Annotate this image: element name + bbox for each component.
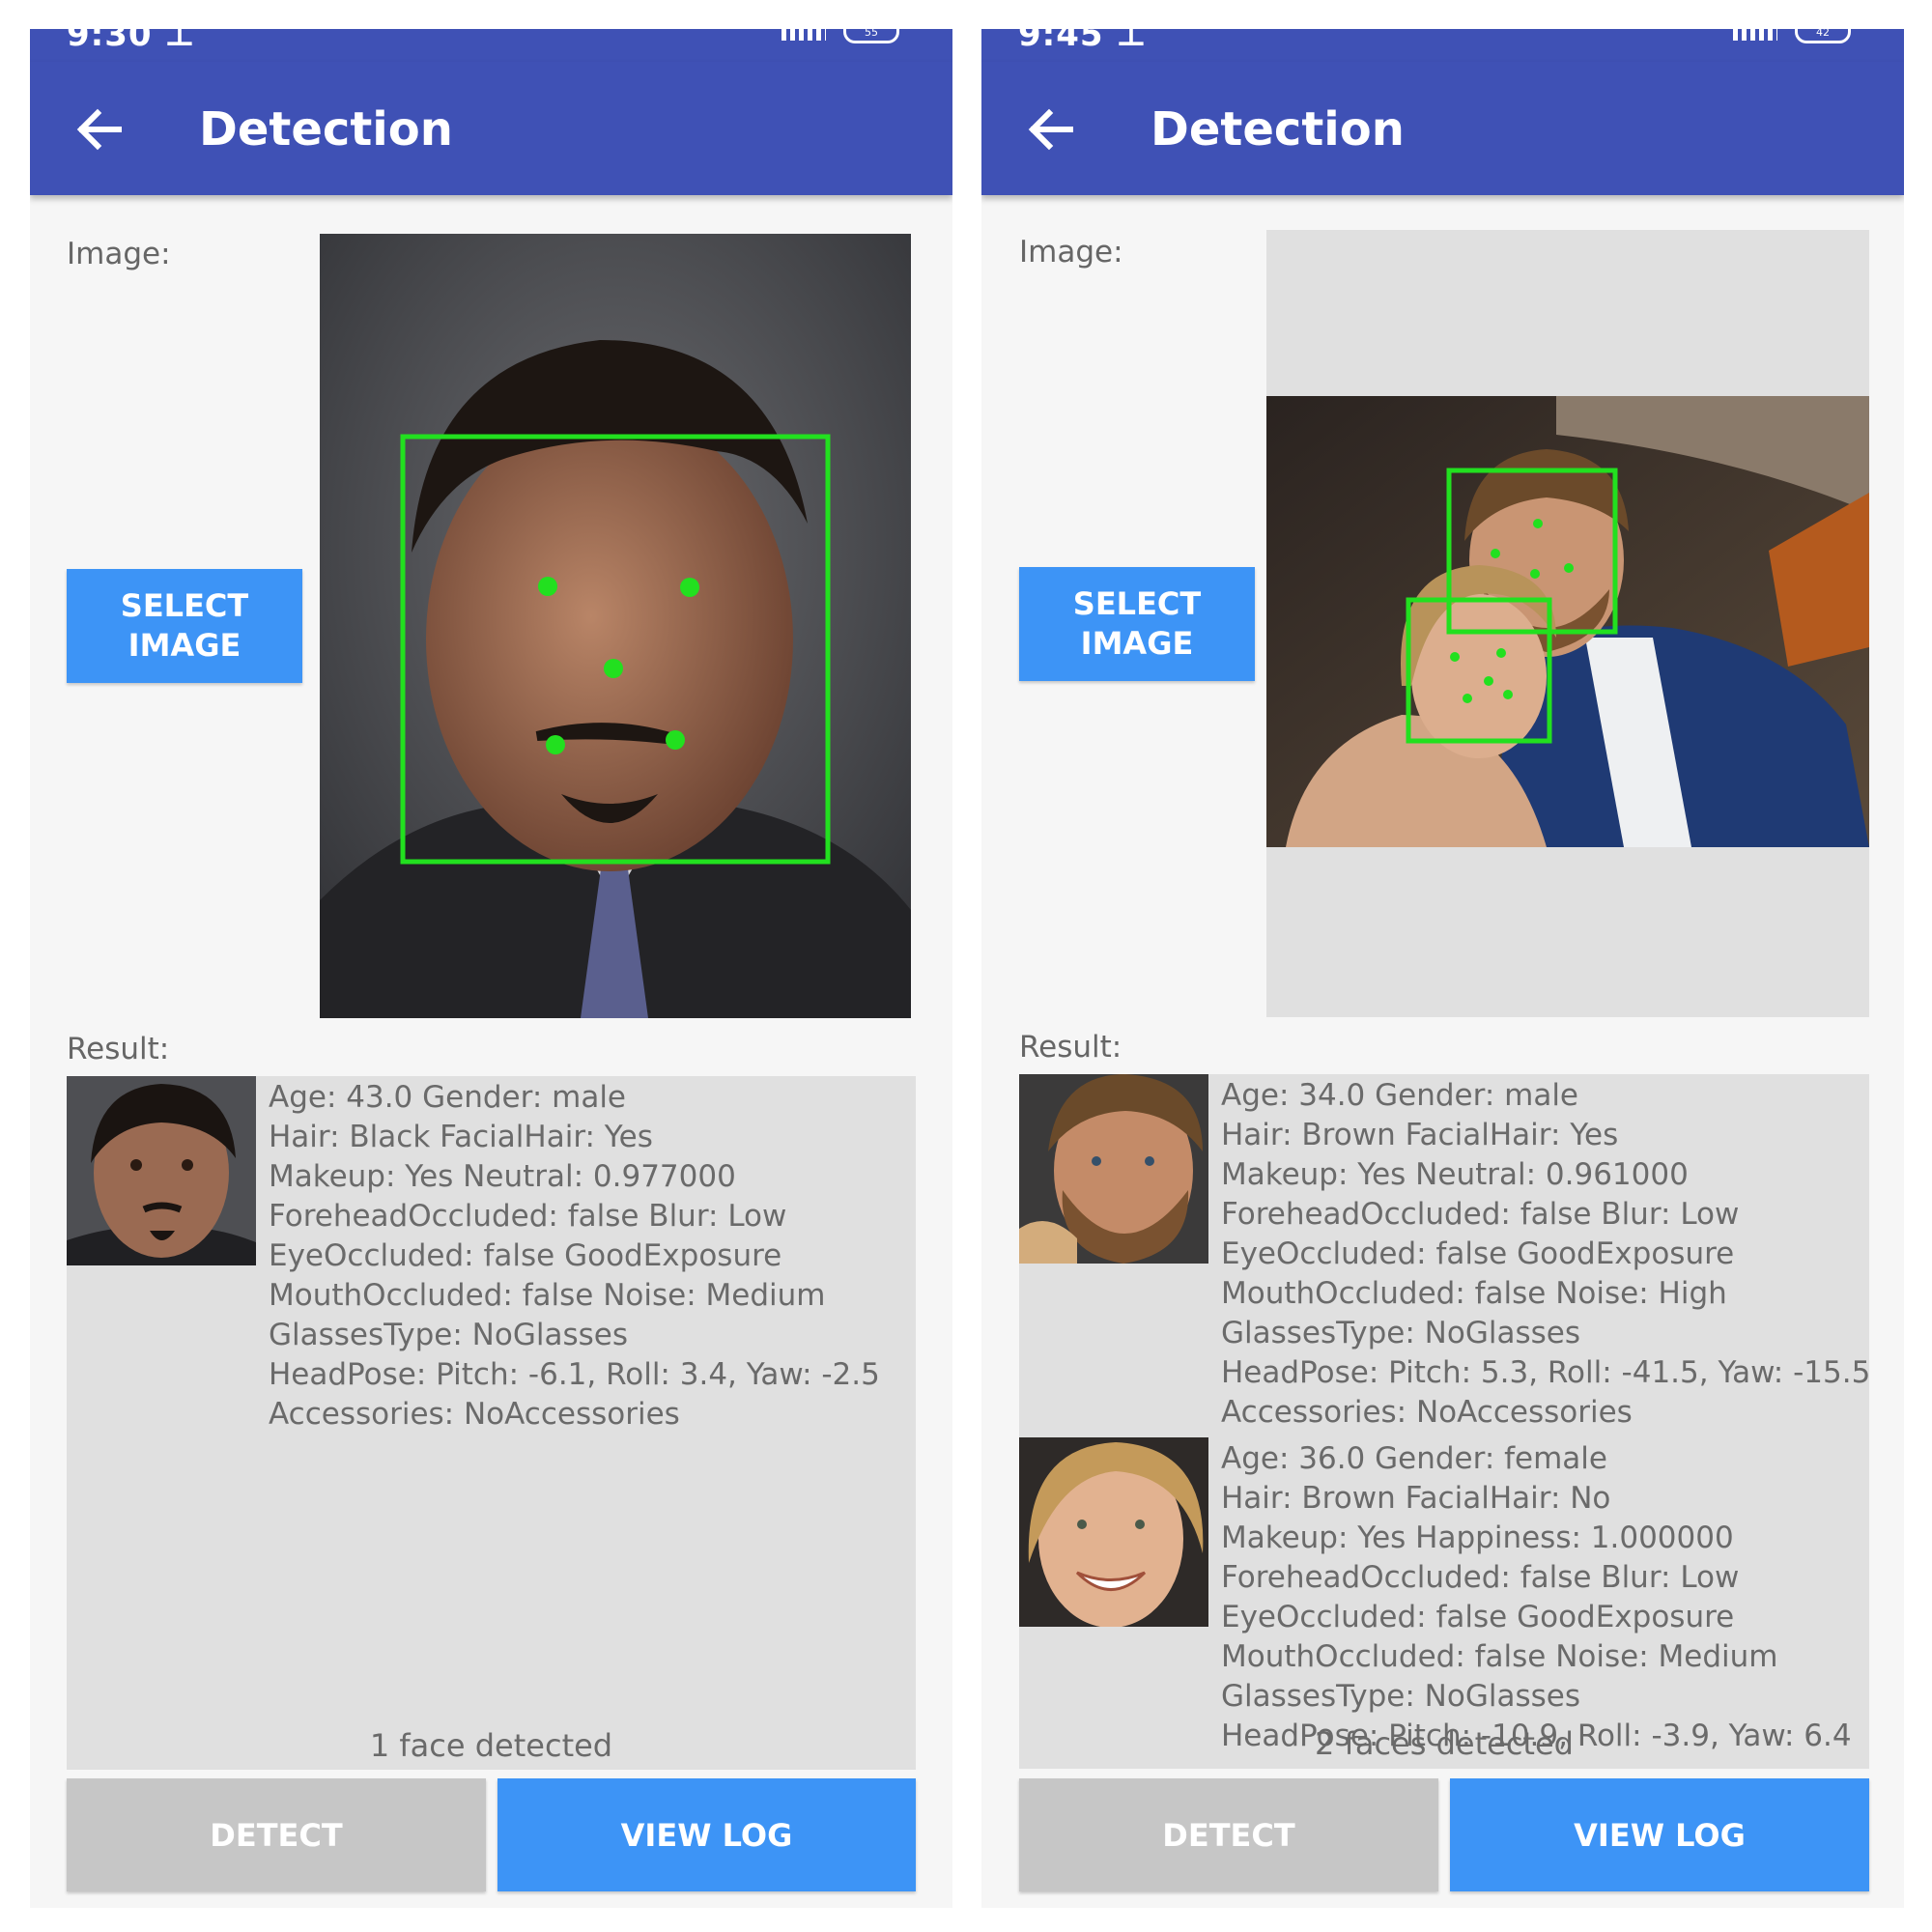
landmark-right-eye (680, 578, 699, 597)
attr-line: Age: 34.0 Gender: male (1221, 1078, 1579, 1113)
view-log-button[interactable]: VIEW LOG (1450, 1778, 1869, 1891)
selected-image-frame (1266, 230, 1869, 1017)
face-thumbnail-man-goatee-icon (67, 1076, 256, 1265)
face-attributes: Age: 43.0 Gender: male Hair: Black Facia… (269, 1078, 880, 1435)
attr-line: Makeup: Yes Neutral: 0.961000 (1221, 1157, 1689, 1192)
landmark-nose (604, 659, 623, 678)
arrow-back-icon[interactable] (1022, 100, 1080, 158)
landmark (1484, 676, 1493, 686)
battery-icon: 42 (1795, 29, 1851, 43)
status-bar: 9:30 ⊥ 55 (30, 29, 952, 62)
signal-icon (781, 29, 826, 41)
selected-image (1266, 396, 1869, 847)
attr-line: MouthOccluded: false Noise: Medium (1221, 1639, 1778, 1674)
face-thumbnail-man-beard-icon (1019, 1074, 1208, 1264)
landmark-mouth-right (666, 730, 685, 750)
signal-icon (1733, 29, 1777, 41)
phone-screen-two-faces: 9:45 ⊥ 42 Detection Image: SELECT IMAGE (981, 29, 1904, 1908)
select-image-button[interactable]: SELECT IMAGE (1019, 567, 1255, 681)
app-bar: Detection (981, 62, 1904, 195)
status-icons: 55 (781, 29, 899, 43)
attr-line: EyeOccluded: false GoodExposure (1221, 1600, 1735, 1634)
detect-button[interactable]: DETECT (1019, 1778, 1438, 1891)
app-title: Detection (1151, 102, 1405, 156)
selected-image (320, 234, 911, 1018)
attr-line: Accessories: NoAccessories (1221, 1395, 1633, 1430)
attr-line: EyeOccluded: false GoodExposure (1221, 1236, 1735, 1271)
face-thumbnail-woman-smiling-icon (1019, 1437, 1208, 1627)
image-label: Image: (67, 237, 171, 271)
result-panel: Age: 34.0 Gender: male Hair: Brown Facia… (1019, 1074, 1869, 1769)
faces-count-text: 1 face detected (369, 1727, 613, 1764)
attr-line: HeadPose: Pitch: -6.1, Roll: 3.4, Yaw: -… (269, 1357, 880, 1392)
landmark-left-eye (538, 577, 557, 596)
face-attributes: Age: 36.0 Gender: female Hair: Brown Fac… (1221, 1439, 1852, 1756)
attr-line: ForeheadOccluded: false Blur: Low (1221, 1197, 1740, 1232)
attr-line: EyeOccluded: false GoodExposure (269, 1238, 782, 1273)
attr-line: ForeheadOccluded: false Blur: Low (1221, 1560, 1740, 1595)
landmark-mouth-left (546, 735, 565, 754)
attr-line: Hair: Brown FacialHair: Yes (1221, 1118, 1619, 1152)
status-bar: 9:45 ⊥ 42 (981, 29, 1904, 62)
attr-line: Age: 36.0 Gender: female (1221, 1441, 1607, 1476)
attr-line: ForeheadOccluded: false Blur: Low (269, 1199, 787, 1234)
faces-count-text: 2 faces detected (1315, 1725, 1574, 1762)
detect-button[interactable]: DETECT (67, 1778, 486, 1891)
landmark (1496, 648, 1506, 658)
attr-line: Accessories: NoAccessories (269, 1397, 680, 1432)
attr-line: HeadPose: Pitch: 5.3, Roll: -41.5, Yaw: … (1221, 1355, 1869, 1390)
attr-line: Makeup: Yes Happiness: 1.000000 (1221, 1520, 1734, 1555)
status-icons: 42 (1733, 29, 1851, 43)
result-panel: Age: 43.0 Gender: male Hair: Black Facia… (67, 1076, 916, 1770)
attr-line: Hair: Black FacialHair: Yes (269, 1120, 653, 1154)
landmark (1491, 549, 1500, 558)
landmark (1503, 690, 1513, 699)
battery-icon: 55 (843, 29, 899, 43)
attr-line: MouthOccluded: false Noise: Medium (269, 1278, 826, 1313)
landmark (1530, 569, 1540, 579)
result-label: Result: (67, 1032, 170, 1066)
phone-screen-single-face: 9:30 ⊥ 55 Detection Image: SELECT IMAGE (30, 29, 952, 1908)
status-time: 9:45 ⊥ (1018, 29, 1148, 54)
arrow-back-icon[interactable] (71, 100, 128, 158)
image-label: Image: (1019, 235, 1123, 270)
attr-line: MouthOccluded: false Noise: High (1221, 1276, 1727, 1311)
app-title: Detection (199, 102, 453, 156)
attr-line: GlassesType: NoGlasses (1221, 1316, 1580, 1350)
status-time: 9:30 ⊥ (67, 29, 196, 54)
landmark (1450, 652, 1460, 662)
face-attributes: Age: 34.0 Gender: male Hair: Brown Facia… (1221, 1076, 1869, 1433)
app-bar: Detection (30, 62, 952, 195)
landmark (1463, 694, 1472, 703)
landmark (1564, 563, 1574, 573)
view-log-button[interactable]: VIEW LOG (497, 1778, 916, 1891)
attr-line: Age: 43.0 Gender: male (269, 1080, 627, 1115)
attr-line: Makeup: Yes Neutral: 0.977000 (269, 1159, 736, 1194)
landmark (1533, 519, 1543, 528)
attr-line: GlassesType: NoGlasses (1221, 1679, 1580, 1714)
attr-line: Hair: Brown FacialHair: No (1221, 1481, 1611, 1516)
result-label: Result: (1019, 1030, 1122, 1065)
select-image-button[interactable]: SELECT IMAGE (67, 569, 302, 683)
attr-line: GlassesType: NoGlasses (269, 1318, 628, 1352)
